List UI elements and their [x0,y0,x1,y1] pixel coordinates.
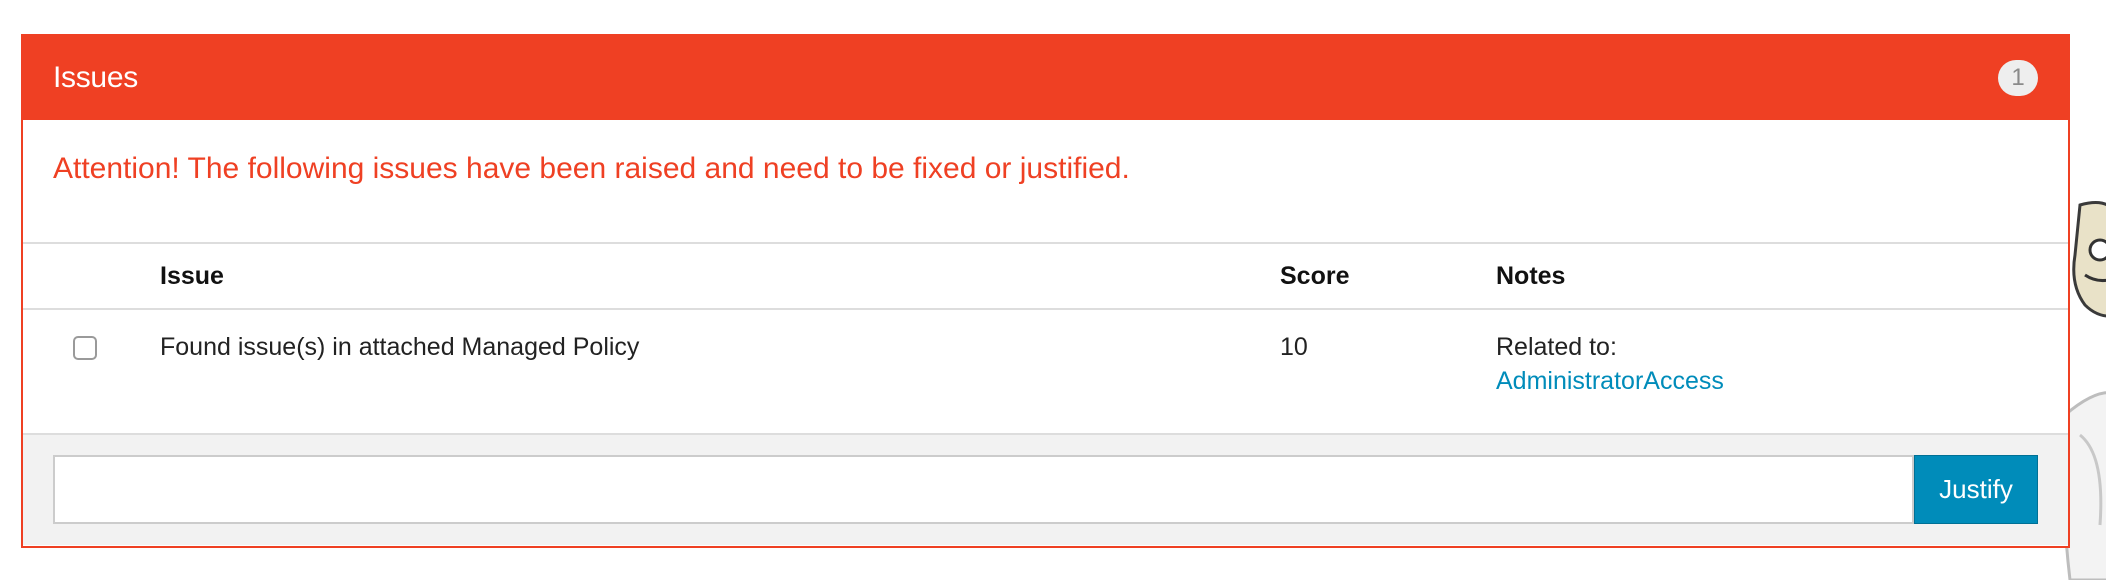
issues-table: Issue Score Notes Found issue(s) in atta… [23,242,2068,433]
issues-panel: Issues 1 Attention! The following issues… [21,34,2070,548]
notes-cell: Related to: AdministratorAccess [1496,309,2068,433]
panel-header: Issues 1 [23,36,2068,120]
score-cell: 10 [1280,333,1308,361]
justification-input[interactable] [53,455,1914,524]
justify-footer: Justify [23,433,2068,545]
table-row: Found issue(s) in attached Managed Polic… [23,309,2068,433]
issue-count-badge: 1 [1998,60,2038,96]
table-header-row: Issue Score Notes [23,243,2068,310]
row-checkbox[interactable] [73,336,97,360]
notes-related-label: Related to: [1496,333,1617,361]
related-policy-link[interactable]: AdministratorAccess [1496,367,1724,395]
column-header-score: Score [1280,243,1496,310]
column-header-notes: Notes [1496,243,2068,310]
attention-message: Attention! The following issues have bee… [53,152,1130,185]
column-header-select [23,243,160,310]
panel-title: Issues [53,61,138,94]
issue-cell: Found issue(s) in attached Managed Polic… [160,333,640,361]
column-header-issue: Issue [160,243,1280,310]
justify-button[interactable]: Justify [1914,455,2038,524]
row-select-cell [23,309,160,433]
